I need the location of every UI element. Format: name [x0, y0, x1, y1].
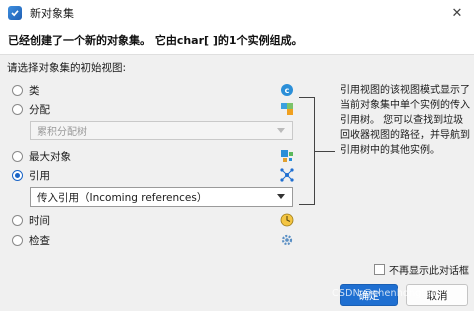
radio-references[interactable] — [12, 169, 23, 181]
prompt-label: 请选择对象集的初始视图: — [7, 62, 127, 74]
view-description: 引用视图的该视图模式显示了当前对象集中单个实例的传入引用树。 您可以查找到垃圾回… — [340, 85, 470, 156]
option-references[interactable]: 引用 — [12, 167, 50, 183]
time-icon — [280, 213, 294, 227]
title-bar: 新对象集 ✕ — [0, 0, 474, 26]
description-bracket — [299, 97, 315, 205]
option-label: 类 — [29, 84, 40, 97]
biggest-objects-icon — [280, 149, 294, 163]
inspection-icon — [280, 233, 294, 247]
option-label: 引用 — [29, 169, 50, 182]
allocation-view-select[interactable]: 累积分配树 — [30, 121, 293, 140]
radio-time[interactable] — [12, 214, 23, 226]
radio-biggest-objects[interactable] — [12, 150, 23, 162]
radio-inspection[interactable] — [12, 234, 23, 246]
watermark: CSDN @chenhongtao — [332, 288, 438, 299]
chevron-down-icon — [277, 194, 285, 199]
header-message: 已经创建了一个新的对象集。 它由char[ ]的1个实例组成。 — [8, 34, 303, 47]
option-label: 检查 — [29, 234, 50, 247]
references-icon — [280, 168, 294, 182]
option-label: 分配 — [29, 103, 50, 116]
close-icon: ✕ — [451, 5, 463, 21]
check-app-icon — [8, 6, 22, 20]
dont-show-label: 不再显示此对话框 — [389, 265, 469, 277]
chevron-down-icon — [277, 127, 285, 133]
references-view-value: 传入引用（Incoming references） — [37, 191, 208, 204]
window-title: 新对象集 — [30, 7, 74, 20]
option-label: 最大对象 — [29, 150, 71, 163]
header-band: 已经创建了一个新的对象集。 它由char[ ]的1个实例组成。 — [0, 26, 474, 55]
description-connector — [315, 151, 335, 152]
option-class[interactable]: 类 — [12, 82, 40, 98]
radio-class[interactable] — [12, 84, 23, 96]
option-inspection[interactable]: 检查 — [12, 232, 50, 248]
svg-text:c: c — [285, 86, 290, 95]
option-allocation[interactable]: 分配 — [12, 101, 50, 117]
option-biggest-objects[interactable]: 最大对象 — [12, 148, 71, 164]
allocation-icon — [280, 102, 294, 116]
dont-show-checkbox[interactable] — [374, 263, 385, 275]
close-button[interactable]: ✕ — [440, 0, 474, 26]
main-panel: 请选择对象集的初始视图: 类 c 分配 累积分配树 最大对象 引用 传入引用（I… — [0, 55, 474, 311]
dont-show-again[interactable]: 不再显示此对话框 — [374, 262, 469, 277]
allocation-view-value: 累积分配树 — [37, 127, 87, 138]
class-icon: c — [280, 83, 294, 97]
radio-allocation[interactable] — [12, 103, 23, 115]
option-label: 时间 — [29, 214, 50, 227]
references-view-select[interactable]: 传入引用（Incoming references） — [30, 187, 293, 207]
option-time[interactable]: 时间 — [12, 212, 50, 228]
